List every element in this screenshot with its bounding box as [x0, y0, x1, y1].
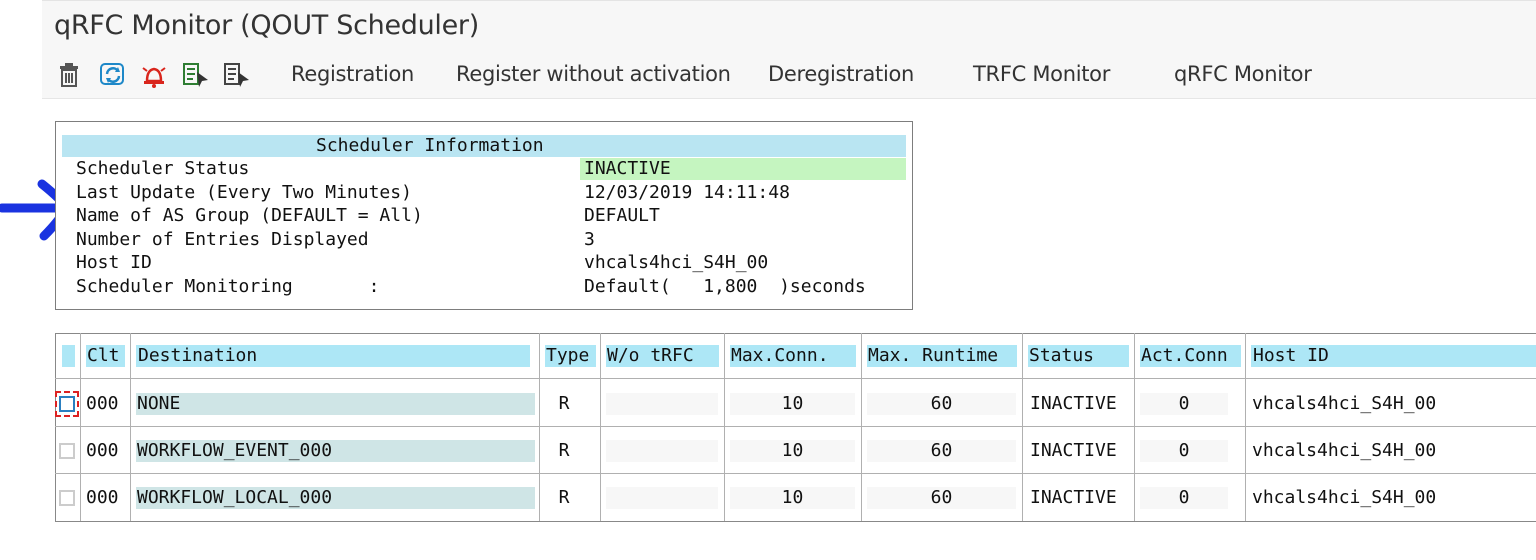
- cell-host-id: vhcals4hci_S4H_00: [1252, 440, 1437, 461]
- cell-wo-trfc: [606, 487, 718, 509]
- select-all-header[interactable]: [62, 345, 75, 367]
- cell-max-conn: 10: [730, 393, 855, 415]
- row-divider: [55, 473, 1536, 474]
- info-value-entries: 3: [584, 229, 595, 250]
- cell-max-runtime: 60: [867, 393, 1016, 415]
- column-header-status[interactable]: Status: [1028, 345, 1129, 367]
- qrfc-monitor-button[interactable]: qRFC Monitor: [1174, 62, 1312, 88]
- cell-wo-trfc: [606, 393, 718, 415]
- info-label-entries: Number of Entries Displayed: [76, 229, 369, 250]
- info-value-status: INACTIVE: [584, 158, 671, 179]
- registration-button[interactable]: Registration: [291, 62, 414, 88]
- column-divider: [1134, 333, 1135, 521]
- cell-destination[interactable]: WORKFLOW_LOCAL_000: [136, 487, 535, 509]
- cell-type: R: [558, 440, 570, 461]
- register-without-activation-button[interactable]: Register without activation: [456, 62, 731, 88]
- cell-max-conn: 10: [730, 440, 855, 462]
- column-header-type[interactable]: Type: [545, 345, 596, 367]
- details-pointer-icon[interactable]: [222, 60, 252, 90]
- cell-type: R: [558, 487, 570, 508]
- column-divider: [130, 333, 131, 521]
- scheduler-information-panel: Scheduler Information Scheduler Status I…: [55, 121, 913, 310]
- row-select-checkbox[interactable]: [59, 396, 75, 412]
- cell-clt: 000: [86, 393, 119, 414]
- column-header-wo-trfc[interactable]: W/o tRFC: [606, 345, 719, 367]
- cell-max-runtime: 60: [867, 440, 1016, 462]
- page-title: qRFC Monitor (QOUT Scheduler): [54, 10, 479, 41]
- info-label-as-group: Name of AS Group (DEFAULT = All): [76, 205, 423, 226]
- cell-act-conn: 0: [1140, 487, 1228, 509]
- trfc-monitor-button[interactable]: TRFC Monitor: [973, 62, 1110, 88]
- refresh-icon[interactable]: [98, 60, 128, 90]
- cell-wo-trfc: [606, 440, 718, 462]
- column-divider: [80, 333, 81, 521]
- cell-status: INACTIVE: [1030, 487, 1117, 508]
- info-value-host-id: vhcals4hci_S4H_00: [584, 252, 769, 273]
- info-value-as-group: DEFAULT: [584, 205, 660, 226]
- cell-destination[interactable]: WORKFLOW_EVENT_000: [136, 440, 535, 462]
- cell-clt: 000: [86, 487, 119, 508]
- cell-destination[interactable]: NONE: [136, 393, 535, 415]
- cell-max-runtime: 60: [867, 487, 1016, 509]
- row-select-checkbox[interactable]: [59, 490, 75, 506]
- cell-max-conn: 10: [730, 487, 855, 509]
- cell-type: R: [558, 393, 570, 414]
- column-divider: [724, 333, 725, 521]
- column-divider: [600, 333, 601, 521]
- info-label-monitoring: Scheduler Monitoring :: [76, 276, 380, 297]
- column-header-host-id[interactable]: Host ID: [1251, 345, 1536, 367]
- column-header-act-conn[interactable]: Act.Conn: [1140, 345, 1241, 367]
- info-label-status: Scheduler Status: [76, 158, 250, 179]
- cell-clt: 000: [86, 440, 119, 461]
- column-header-max-runtime[interactable]: Max. Runtime: [867, 345, 1017, 367]
- column-header-clt[interactable]: Clt: [86, 345, 125, 367]
- select-pointer-icon[interactable]: [181, 60, 211, 90]
- column-divider: [861, 333, 862, 521]
- row-divider: [55, 378, 1536, 379]
- column-header-max-conn[interactable]: Max.Conn.: [730, 345, 856, 367]
- info-value-last-update: 12/03/2019 14:11:48: [584, 182, 790, 203]
- column-header-destination[interactable]: Destination: [136, 345, 530, 367]
- trash-icon[interactable]: [54, 60, 84, 90]
- deregistration-button[interactable]: Deregistration: [768, 62, 914, 88]
- cell-act-conn: 0: [1140, 440, 1228, 462]
- info-label-host-id: Host ID: [76, 252, 152, 273]
- alarm-bell-icon[interactable]: [139, 60, 169, 90]
- row-select-checkbox[interactable]: [59, 443, 75, 459]
- info-label-last-update: Last Update (Every Two Minutes): [76, 182, 412, 203]
- cell-host-id: vhcals4hci_S4H_00: [1252, 487, 1437, 508]
- cell-act-conn: 0: [1140, 393, 1228, 415]
- row-divider: [55, 426, 1536, 427]
- scheduler-information-heading: Scheduler Information: [62, 135, 906, 157]
- cell-status: INACTIVE: [1030, 440, 1117, 461]
- cell-status: INACTIVE: [1030, 393, 1117, 414]
- column-divider: [1245, 333, 1246, 521]
- info-value-monitoring: Default( 1,800 )seconds: [584, 276, 866, 297]
- column-divider: [1022, 333, 1023, 521]
- cell-host-id: vhcals4hci_S4H_00: [1252, 393, 1437, 414]
